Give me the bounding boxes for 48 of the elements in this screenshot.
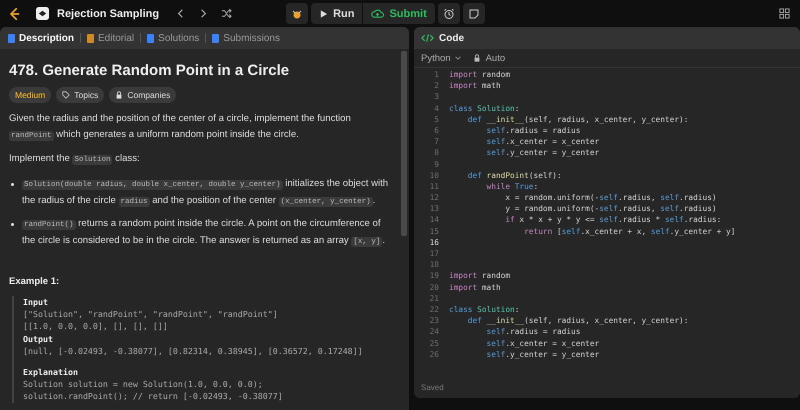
layout-icon[interactable] (779, 8, 790, 19)
code-icon (421, 33, 434, 43)
example-title: Example 1: (9, 276, 60, 286)
save-status: Saved (420, 382, 445, 394)
panel-tab[interactable]: Description (7, 32, 76, 44)
tag-icon (62, 91, 70, 99)
debug-button[interactable] (286, 3, 308, 24)
notes-button[interactable] (462, 3, 485, 24)
lock-icon (472, 54, 481, 62)
panel-title: Code (439, 32, 464, 44)
cloud-upload-icon (371, 8, 384, 19)
panel-tab[interactable]: Solutions (146, 32, 200, 44)
panel-tab[interactable]: Submissions (211, 32, 281, 44)
companies-button[interactable]: Companies (109, 87, 176, 103)
panel-tab[interactable]: Editorial (86, 32, 136, 44)
tab-icon (8, 34, 15, 42)
autocomplete-mode: Auto (486, 52, 506, 64)
logo-icon[interactable] (8, 6, 20, 20)
bullet-icon (11, 182, 14, 186)
run-button[interactable]: Run (311, 3, 362, 24)
example-line: ["Solution", "randPoint", "randPoint", "randPoint"] (23, 308, 279, 320)
example-line: solution.randPoint(); // return [-0.02493, -0.38077] (23, 390, 284, 403)
problem-list-title[interactable]: Rejection Sampling (57, 8, 160, 20)
example-line: Solution solution = new Solution(1.0, 0.0, 0.0); (23, 378, 264, 390)
shuffle-icon[interactable] (221, 8, 232, 19)
tab-icon (87, 34, 94, 42)
lock-icon (115, 91, 124, 99)
topics-button[interactable]: Topics (56, 87, 104, 103)
tab-icon (147, 34, 154, 42)
alarm-button[interactable] (438, 3, 460, 24)
tab-icon (212, 34, 220, 42)
problem-title: 478. Generate Random Point in a Circle (9, 62, 290, 79)
scrollbar[interactable] (401, 51, 407, 236)
example-heading: Explanation (23, 366, 79, 378)
alarm-clock-icon (442, 8, 455, 20)
language-dropdown[interactable]: Python (421, 52, 462, 64)
example-line: [[1.0, 0.0, 0.0], [], [], []] (23, 320, 169, 333)
submit-button[interactable]: Submit (363, 3, 435, 24)
bug-icon (291, 8, 304, 20)
bullet-icon (11, 222, 14, 226)
problem-list-icon (36, 7, 49, 20)
example-line: [null, [-0.02493, -0.38077], [0.82314, 0.38945], [0.36572, 0.17248]] (23, 345, 364, 358)
difficulty-badge: Medium (9, 87, 52, 103)
note-icon (468, 8, 480, 20)
chevron-down-icon (454, 54, 462, 62)
example-heading: Output (23, 332, 54, 346)
example-heading: Input (23, 296, 49, 308)
play-icon (319, 8, 328, 18)
